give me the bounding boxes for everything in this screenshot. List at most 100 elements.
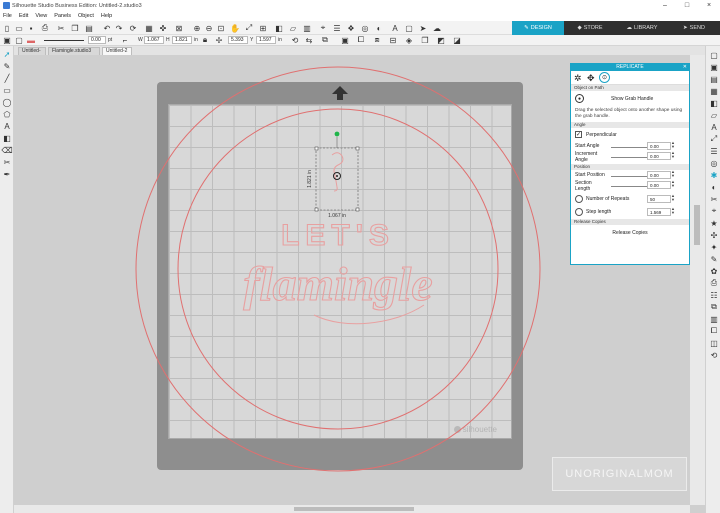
line-color-icon[interactable]: ▱ xyxy=(288,23,298,33)
cut-icon[interactable]: ✂ xyxy=(56,23,66,33)
replicate-panel-icon[interactable]: ✱ xyxy=(709,170,719,180)
zoom-select-icon[interactable]: ⊡ xyxy=(216,23,226,33)
fill-panel-icon[interactable]: ◧ xyxy=(709,98,719,108)
width-input[interactable]: 1.067 xyxy=(144,36,164,44)
eraser-tool-icon[interactable]: ⌫ xyxy=(1,145,12,155)
doc-tab-flamingle[interactable]: Flamingle.studio3 xyxy=(48,47,100,55)
increment-angle-spinner[interactable]: ▲ ▼ xyxy=(671,151,675,159)
copy-icon[interactable]: ❐ xyxy=(70,23,80,33)
grab-handle-icon[interactable]: ● xyxy=(575,94,584,103)
polygon-tool-icon[interactable]: ⬠ xyxy=(2,109,12,119)
compound-icon[interactable]: ⧈ xyxy=(372,35,382,45)
start-position-input[interactable]: 0.00 xyxy=(647,171,671,179)
horizontal-scrollbar[interactable] xyxy=(14,505,690,513)
section-length-input[interactable]: 0.00 xyxy=(647,181,671,189)
tab-store[interactable]: ◆ STORE xyxy=(564,21,616,35)
align-icon[interactable]: ☰ xyxy=(332,23,342,33)
redo-icon[interactable]: ↷ xyxy=(114,23,124,33)
selected-flamingo[interactable] xyxy=(314,131,360,212)
design-store-panel-icon[interactable]: ▣ xyxy=(709,62,719,72)
deselect-icon[interactable]: ▢ xyxy=(14,35,24,45)
height-input[interactable]: 1.821 xyxy=(172,36,192,44)
group-icon[interactable]: ▣ xyxy=(340,35,350,45)
x-position-input[interactable]: 5.393 xyxy=(228,36,248,44)
menu-edit[interactable]: Edit xyxy=(19,13,28,19)
split-panel-icon[interactable]: ⧠ xyxy=(709,326,719,336)
emboss-panel-icon[interactable]: ✿ xyxy=(709,266,719,276)
move-icon[interactable]: ✢ xyxy=(214,35,224,45)
number-of-repeats-input[interactable]: 50 xyxy=(647,195,671,203)
flip-icon[interactable]: ⇆ xyxy=(304,35,314,45)
start-angle-spinner[interactable]: ▲ ▼ xyxy=(671,141,675,149)
vertical-scrollbar[interactable] xyxy=(690,55,705,505)
duplicate-icon[interactable]: ❐ xyxy=(420,35,430,45)
page-setup-icon[interactable]: ▢ xyxy=(404,23,414,33)
fill-tool-icon[interactable]: ◧ xyxy=(2,133,12,143)
y-position-input[interactable]: 1.597 xyxy=(256,36,276,44)
trace-panel-icon[interactable]: ⌖ xyxy=(709,206,719,216)
line-panel-icon[interactable]: ▱ xyxy=(709,110,719,120)
object-on-path-icon[interactable]: ⊙ xyxy=(599,72,610,83)
send-back-icon[interactable]: ◪ xyxy=(452,35,462,45)
zoom-out-icon[interactable]: ⊖ xyxy=(204,23,214,33)
zoom-in-icon[interactable]: ⊕ xyxy=(192,23,202,33)
line-cap-icon[interactable]: ⌐ xyxy=(120,35,130,45)
library-panel-icon[interactable]: ▤ xyxy=(709,74,719,84)
knife-panel-icon[interactable]: ✂ xyxy=(709,194,719,204)
select-all-icon[interactable]: ▣ xyxy=(2,35,12,45)
menu-panels[interactable]: Panels xyxy=(54,13,71,19)
print-cut-panel-icon[interactable]: ⎙ xyxy=(709,278,719,288)
sketch-panel-icon[interactable]: ✎ xyxy=(709,254,719,264)
step-length-radio[interactable] xyxy=(575,208,583,216)
vertical-scroll-thumb[interactable] xyxy=(694,205,700,245)
horizontal-scroll-thumb[interactable] xyxy=(294,507,414,511)
redraw-icon[interactable]: ⟳ xyxy=(128,23,138,33)
panel-close-icon[interactable]: ✕ xyxy=(683,64,687,71)
rotate-handle[interactable] xyxy=(334,131,340,137)
grid-panel-icon[interactable]: ▦ xyxy=(709,86,719,96)
ellipse-tool-icon[interactable]: ◯ xyxy=(2,97,12,107)
align-panel-icon[interactable]: ☰ xyxy=(709,146,719,156)
ungroup-icon[interactable]: ⧠ xyxy=(356,35,366,45)
transform-panel-icon[interactable]: ⤢ xyxy=(709,134,719,144)
increment-angle-input[interactable]: 0.00 xyxy=(647,152,671,160)
release-compound-icon[interactable]: ⊟ xyxy=(388,35,398,45)
step-length-spinner[interactable]: ▲ ▼ xyxy=(671,207,675,215)
zoom-to-fit-icon[interactable]: ⊞ xyxy=(258,23,268,33)
fit-page-icon[interactable]: ⤢ xyxy=(244,23,254,33)
offset-panel-icon[interactable]: ◎ xyxy=(709,158,719,168)
lock-aspect-icon[interactable]: 🔒︎ xyxy=(200,35,210,45)
doc-tab-untitled-2[interactable]: Untitled-2 xyxy=(102,47,132,55)
offset-icon[interactable]: ◎ xyxy=(360,23,370,33)
tab-design[interactable]: ✎ DESIGN xyxy=(512,21,564,35)
doc-tab-untitled-1[interactable]: Untitled-1 xyxy=(18,47,46,61)
line-style-selector[interactable] xyxy=(44,40,84,41)
minimize-button[interactable]: – xyxy=(654,0,676,11)
point-edit-icon[interactable]: ✎ xyxy=(2,61,12,71)
fill-color-icon[interactable]: ◧ xyxy=(274,23,284,33)
maximize-button[interactable]: □ xyxy=(676,0,698,11)
design-text-lets[interactable]: LET'S xyxy=(281,218,395,252)
open-folder-icon[interactable]: ▭ xyxy=(14,23,24,33)
nesting-panel-icon[interactable]: ✣ xyxy=(709,230,719,240)
menu-view[interactable]: View xyxy=(35,13,47,19)
select-arrow-icon[interactable]: ➚ xyxy=(2,49,12,59)
text-panel-icon[interactable]: A xyxy=(709,122,719,132)
rectangle-tool-icon[interactable]: ▭ xyxy=(2,85,12,95)
barcode-panel-icon[interactable]: ▥ xyxy=(709,314,719,324)
tab-library[interactable]: ☁ LIBRARY xyxy=(616,21,668,35)
knife-tool-icon[interactable]: ✂ xyxy=(2,157,12,167)
rhinestone-panel-icon[interactable]: ✦ xyxy=(709,242,719,252)
text-tool-icon[interactable]: A xyxy=(2,121,12,131)
puzzle-panel-icon[interactable]: ⧉ xyxy=(709,302,719,312)
crosshair-icon[interactable]: ✜ xyxy=(158,23,168,33)
text-style-icon[interactable]: A xyxy=(390,23,400,33)
close-button[interactable]: × xyxy=(698,0,720,11)
gradient-icon[interactable]: ▥ xyxy=(302,23,312,33)
tab-send[interactable]: ➤ SEND xyxy=(668,21,720,35)
section-length-spinner[interactable]: ▲ ▼ xyxy=(671,180,675,188)
start-position-spinner[interactable]: ▲ ▼ xyxy=(671,170,675,178)
layers-panel-icon[interactable]: ☷ xyxy=(709,290,719,300)
line-color-swatch-icon[interactable]: ▬ xyxy=(26,35,36,45)
save-icon[interactable]: ▪ xyxy=(26,23,36,33)
